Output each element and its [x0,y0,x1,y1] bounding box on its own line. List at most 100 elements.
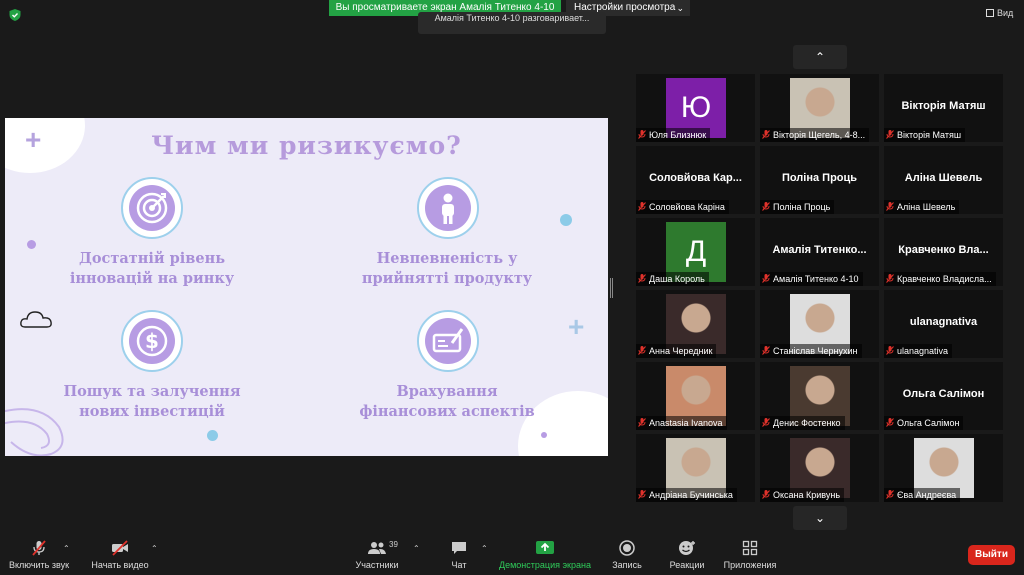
record-label: Запись [612,560,642,570]
chat-button[interactable]: Чат [445,540,473,570]
muted-mic-icon [762,202,770,211]
participant-name: Амалія Титенко 4-10 [773,274,859,284]
participant-name-label: Поліна Проць [760,200,835,214]
split-resize-handle[interactable] [610,278,613,298]
participant-tile[interactable]: Кравченко Вла... Кравченко Владисла... [884,218,1003,286]
unmute-label: Включить звук [8,560,70,570]
decor-dot [27,240,36,249]
encryption-shield-icon[interactable] [8,8,22,22]
participant-name-label: Станіслав Чернухин [760,344,862,358]
slide-item-line: фінансових аспектів [359,403,535,420]
plus-decor-icon: + [568,311,585,342]
participant-tile[interactable]: Соловйова Кар... Соловйова Каріна [636,146,755,214]
participant-name: Поліна Проць [773,202,831,212]
participant-name: Вікторія Щегель, 4-8... [773,130,866,140]
slide-item-line: нових інвестицій [79,403,225,420]
view-button[interactable]: Вид [986,8,1013,18]
participant-name-label: Соловйова Каріна [636,200,729,214]
dollar-coin-icon: $ [121,310,183,372]
participants-options-caret[interactable]: ⌃ [413,544,420,553]
participant-name: Вікторія Матяш [897,130,962,140]
chat-options-caret[interactable]: ⌃ [481,544,488,553]
participant-name-label: Ольга Салімон [884,416,964,430]
share-screen-button[interactable]: Демонстрация экрана [497,540,593,570]
participant-tile[interactable]: Анна Чередник [636,290,755,358]
unmute-button[interactable]: Включить звук [8,540,70,570]
participant-display-name: Ольга Салімон [902,388,985,400]
muted-mic-icon [638,130,646,139]
muted-mic-icon [638,418,646,427]
participant-name-label: Єва Андреєва [884,488,961,502]
participant-tile[interactable]: Поліна Проць Поліна Проць [760,146,879,214]
gallery-scroll-down-button[interactable]: ⌄ [793,506,847,530]
participant-name-label: Вікторія Щегель, 4-8... [760,128,870,142]
active-speaker-text: Амалія Титенко 4-10 разговаривает... [434,13,590,23]
participant-name: Аліна Шевель [897,202,956,212]
gallery-scroll-up-button[interactable]: ⌃ [793,45,847,69]
participant-name-label: Денис Фостенко [760,416,845,430]
participant-tile[interactable]: Аліна Шевель Аліна Шевель [884,146,1003,214]
slide-item-text: Пошук та залучення нових інвестицій [42,382,262,422]
start-video-button[interactable]: Начать видео [90,540,150,570]
participant-name-label: Оксана Кривунь [760,488,845,502]
participant-name: Кравченко Владисла... [897,274,992,284]
participant-name: Єва Андреєва [897,490,957,500]
person-icon [417,177,479,239]
slide-item-line: Невпевненість у [376,250,518,267]
participant-tile[interactable]: Вікторія Матяш Вікторія Матяш [884,74,1003,142]
participant-name: Анна Чередник [649,346,713,356]
participant-tile[interactable]: Ольга Салімон Ольга Салімон [884,362,1003,430]
muted-mic-icon [638,346,646,355]
reactions-label: Реакции [669,560,705,570]
audio-options-caret[interactable]: ⌃ [63,544,70,553]
participants-label: Участники [355,560,399,570]
view-button-label: Вид [997,8,1014,18]
participant-name-label: Амалія Титенко 4-10 [760,272,863,286]
participant-tile[interactable]: Денис Фостенко [760,362,879,430]
participant-tile[interactable]: Єва Андреєва [884,434,1003,502]
chat-label: Чат [451,560,467,570]
slide-item-text: Врахування фінансових аспектів [337,382,557,422]
participant-tile[interactable]: Д Даша Король [636,218,755,286]
chevron-down-icon: ⌄ [676,3,684,13]
video-options-caret[interactable]: ⌃ [151,544,158,553]
participants-icon [368,542,386,554]
participants-count: 39 [389,540,398,549]
participant-name-label: Юля Близнюк [636,128,711,142]
muted-mic-icon [762,346,770,355]
apps-button[interactable]: Приложения [722,540,778,570]
slide-item-line: Достатній рівень [78,250,226,267]
participant-tile[interactable]: Ю Юля Близнюк [636,74,755,142]
participant-tile[interactable]: Амалія Титенко... Амалія Титенко 4-10 [760,218,879,286]
decor-dot [560,214,572,226]
record-icon [619,540,635,556]
slide-item-line: Пошук та залучення [63,383,241,400]
chevron-down-icon: ⌄ [814,511,826,525]
participant-tile[interactable]: Станіслав Чернухин [760,290,879,358]
participant-tile[interactable]: Вікторія Щегель, 4-8... [760,74,879,142]
muted-mic-icon [886,418,894,427]
participant-tile[interactable]: ulanagnativa ulanagnativa [884,290,1003,358]
participant-tile[interactable]: Оксана Кривунь [760,434,879,502]
grid-view-icon [986,9,994,17]
record-button[interactable]: Запись [608,540,646,570]
participant-name-label: Аліна Шевель [884,200,960,214]
participant-display-name: Поліна Проць [781,172,858,184]
reactions-button[interactable]: Реакции [666,540,708,570]
leave-button[interactable]: Выйти [968,545,1015,565]
participant-name-label: Кравченко Владисла... [884,272,996,286]
slide-item-line: інновацій на ринку [69,270,235,287]
slide-item-line: прийнятті продукту [361,270,533,287]
chevron-up-icon: ⌃ [814,50,826,64]
decor-dot [207,430,218,441]
participant-name: Юля Близнюк [649,130,707,140]
apps-label: Приложения [723,560,777,570]
muted-mic-icon [32,540,46,556]
participant-name: Ольга Салімон [897,418,960,428]
participant-tile[interactable]: Anastasia Ivanova [636,362,755,430]
decor-dot [541,432,547,438]
participant-tile[interactable]: Андріана Бучинська [636,434,755,502]
muted-mic-icon [762,130,770,139]
participants-button[interactable]: 39 Участники [350,540,404,570]
start-video-label: Начать видео [91,560,149,570]
